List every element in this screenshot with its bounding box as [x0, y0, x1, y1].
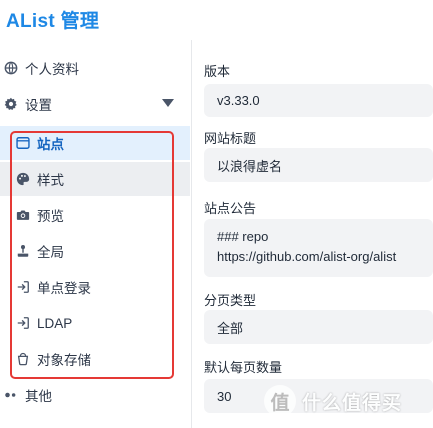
- announcement-field[interactable]: ### repo https://github.com/alist-org/al…: [204, 219, 433, 277]
- watermark-logo: 值: [264, 385, 296, 417]
- version-label: 版本: [204, 64, 231, 79]
- gear-icon: [4, 97, 18, 111]
- settings-highlight-box: [10, 131, 174, 379]
- sidebar-item-label: 个人资料: [25, 62, 79, 77]
- site-title-label: 网站标题: [204, 131, 257, 146]
- sidebar: 个人资料 设置 站点 样式 预览 全局 单点登录 LDAP 对象存储 其他: [0, 46, 190, 428]
- app-title: AList 管理: [6, 11, 100, 32]
- announcement-label: 站点公告: [204, 201, 257, 216]
- sidebar-item-label: 其他: [25, 389, 52, 404]
- watermark-text: 什么值得买: [302, 392, 403, 414]
- sidebar-item-label: 设置: [25, 98, 52, 113]
- site-title-field[interactable]: 以浪得虚名: [204, 148, 433, 182]
- dots-icon: [4, 388, 18, 402]
- version-field[interactable]: v3.33.0: [204, 84, 433, 117]
- sidebar-item-settings[interactable]: 设置: [0, 87, 190, 121]
- page-size-label: 默认每页数量: [204, 360, 283, 375]
- sidebar-item-profile[interactable]: 个人资料: [0, 51, 190, 85]
- sidebar-item-other[interactable]: 其他: [0, 378, 190, 412]
- pagination-type-label: 分页类型: [204, 293, 257, 308]
- chevron-down-icon[interactable]: [162, 99, 174, 107]
- pagination-type-select[interactable]: 全部: [204, 310, 433, 344]
- app-header: AList 管理: [0, 0, 433, 38]
- settings-form: 版本 v3.33.0 网站标题 以浪得虚名 站点公告 ### repo http…: [192, 46, 433, 428]
- globe-icon: [4, 61, 18, 75]
- watermark: 值 什么值得买: [264, 384, 402, 418]
